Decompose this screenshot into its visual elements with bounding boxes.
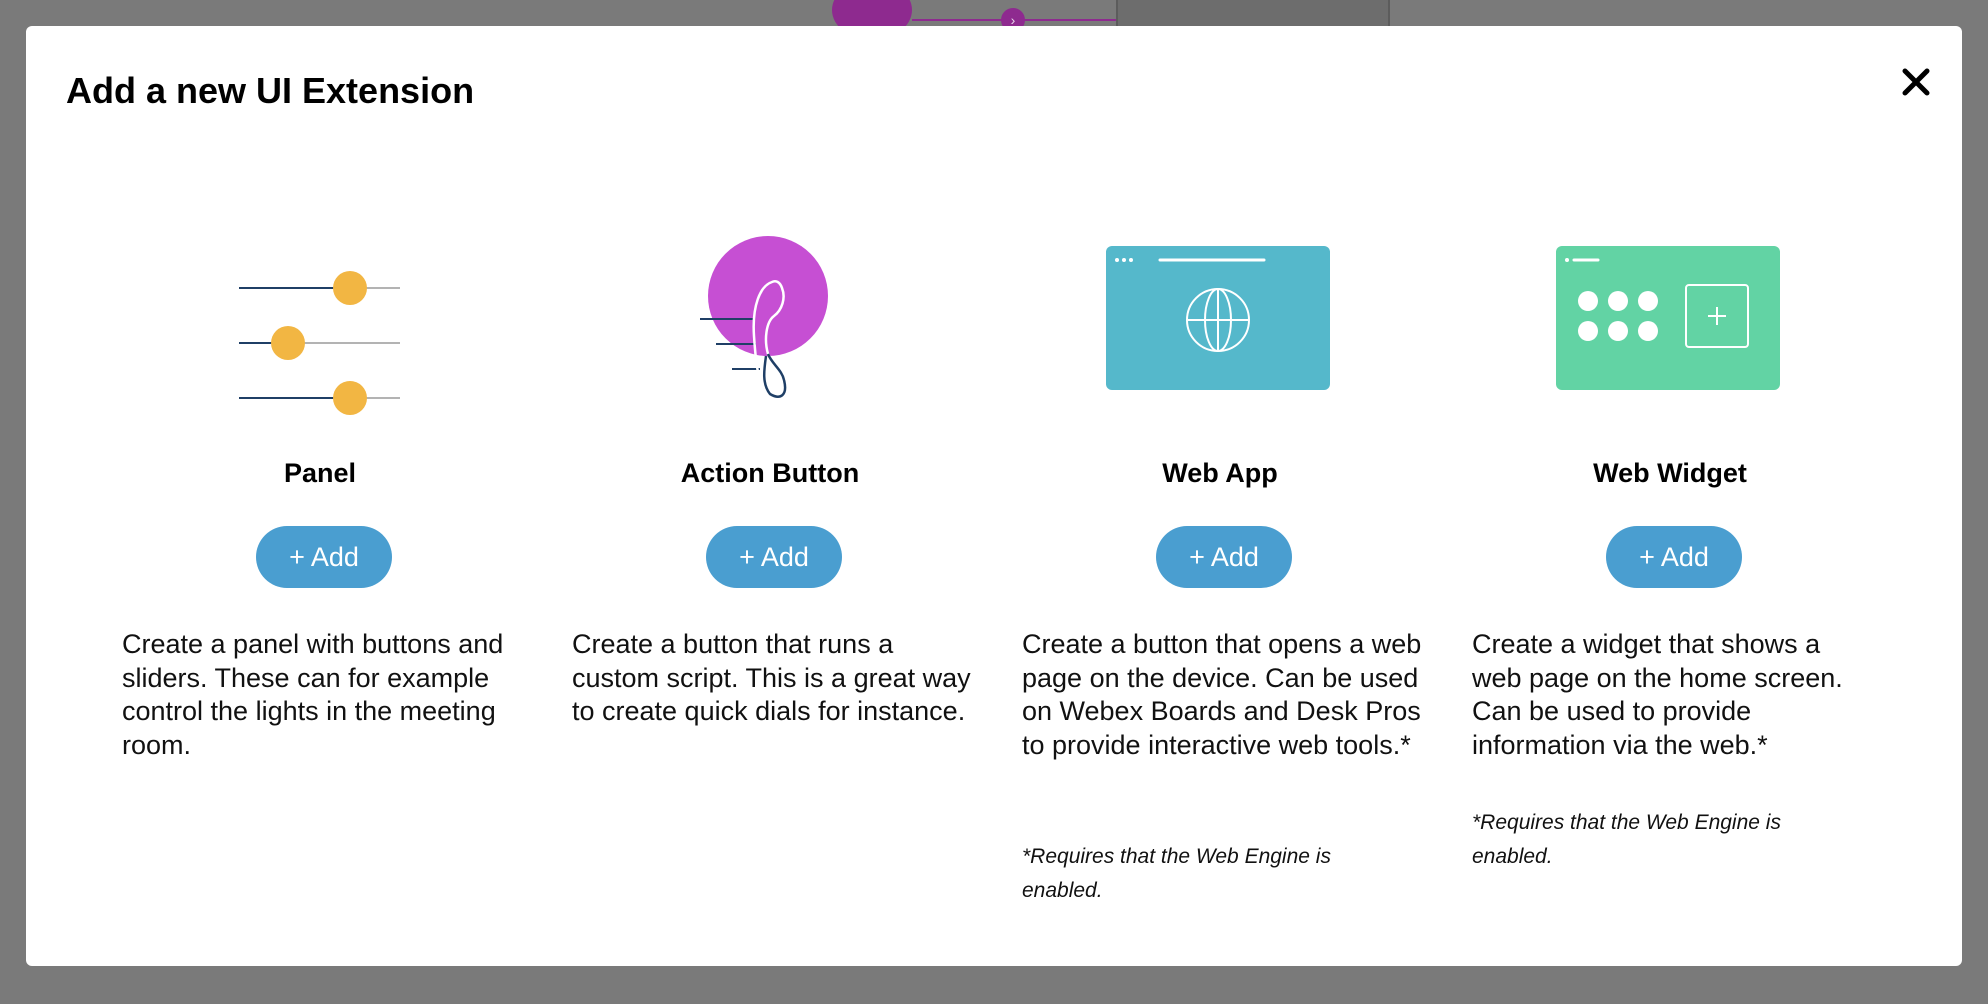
close-icon: [1902, 68, 1930, 96]
phone-icon: [700, 236, 828, 398]
card-panel: Panel + Add Create a panel with buttons …: [110, 236, 530, 760]
add-action-button-button[interactable]: + Add: [706, 526, 842, 588]
panel-illustration: [110, 236, 530, 436]
card-title: Web Widget: [1593, 458, 1747, 488]
add-web-app-button[interactable]: + Add: [1156, 526, 1292, 588]
card-web-app: Web App + Add Create a button that opens…: [1010, 236, 1430, 902]
widget-grid-icon: [1556, 246, 1780, 390]
card-description: Create a widget that shows a web page on…: [1472, 629, 1843, 760]
card-title: Web App: [1162, 458, 1278, 488]
card-description: Create a panel with buttons and sliders.…: [122, 629, 504, 760]
web-widget-illustration: [1460, 236, 1880, 436]
add-ui-extension-dialog: Add a new UI Extension Panel + Add Creat…: [26, 26, 1962, 966]
card-action-button: Action Button + Add Create a button that…: [560, 236, 980, 726]
web-app-illustration: [1010, 236, 1430, 436]
card-title: Panel: [283, 458, 357, 488]
add-panel-button[interactable]: + Add: [256, 526, 392, 588]
action-button-illustration: [560, 236, 980, 436]
card-description: Create a button that runs a custom scrip…: [572, 629, 971, 726]
add-web-widget-button[interactable]: + Add: [1606, 526, 1742, 588]
dialog-title: Add a new UI Extension: [66, 70, 475, 111]
card-title: Action Button: [680, 458, 860, 488]
sliders-icon: [239, 271, 400, 415]
card-description: Create a button that opens a web page on…: [1022, 629, 1422, 760]
globe-browser-icon: [1106, 246, 1330, 390]
web-engine-note: *Requires that the Web Engine is enabled…: [1472, 811, 1781, 868]
web-engine-note: *Requires that the Web Engine is enabled…: [1022, 845, 1331, 902]
card-web-widget: Web Widget + Add Create a widget that sh…: [1460, 236, 1880, 868]
close-button[interactable]: [1894, 60, 1938, 104]
